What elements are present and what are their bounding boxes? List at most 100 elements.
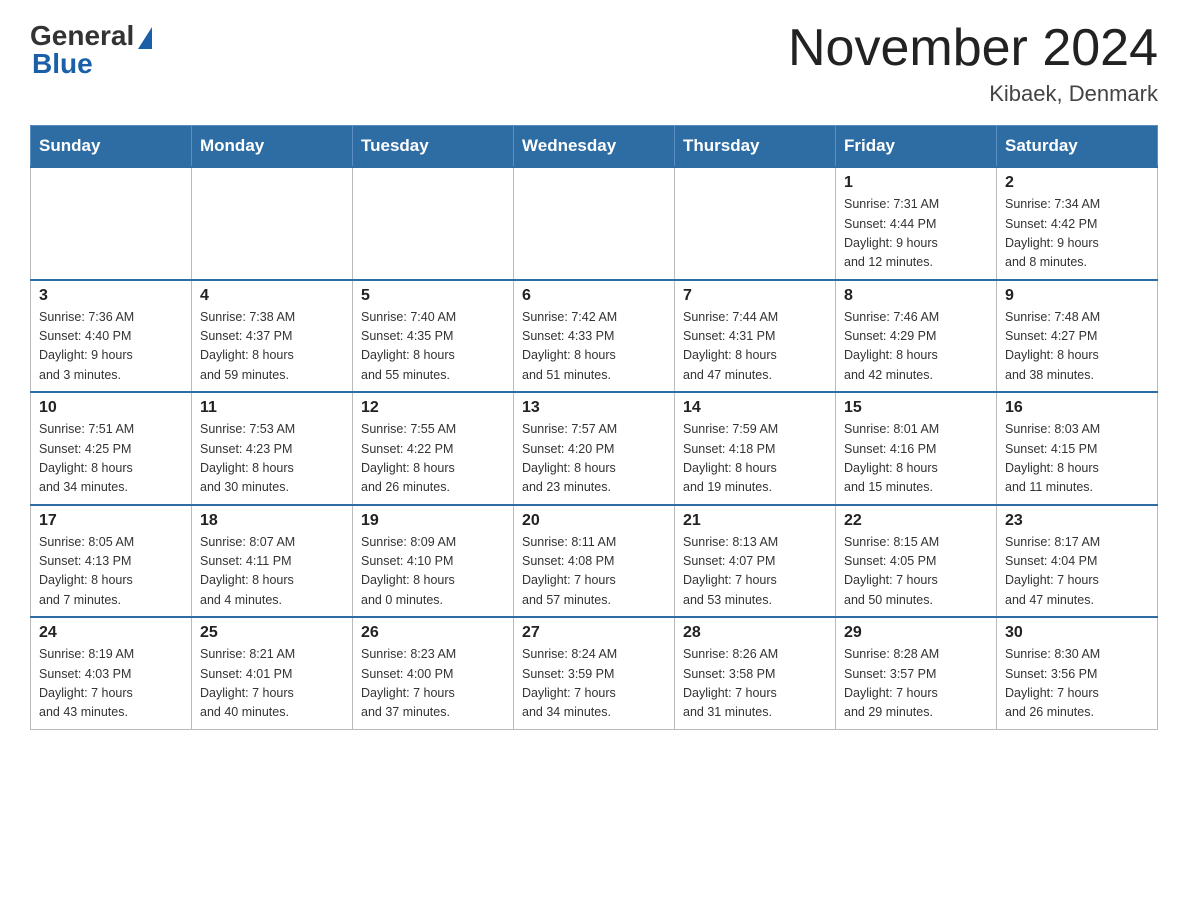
calendar-cell [675, 167, 836, 280]
day-info: Sunrise: 8:03 AM Sunset: 4:15 PM Dayligh… [1005, 420, 1149, 498]
day-number: 20 [522, 512, 666, 530]
day-number: 11 [200, 399, 344, 417]
week-row-1: 1 Sunrise: 7:31 AM Sunset: 4:44 PM Daylig… [31, 167, 1158, 280]
calendar-cell [353, 167, 514, 280]
day-number: 1 [844, 174, 988, 192]
day-number: 28 [683, 624, 827, 642]
week-row-4: 17Sunrise: 8:05 AM Sunset: 4:13 PM Dayli… [31, 505, 1158, 618]
calendar-cell: 5 Sunrise: 7:40 AM Sunset: 4:35 PM Daylig… [353, 280, 514, 393]
day-info: Sunrise: 7:57 AM Sunset: 4:20 PM Dayligh… [522, 420, 666, 498]
day-number: 3 [39, 287, 183, 305]
day-info: Sunrise: 7:44 AM Sunset: 4:31 PM Dayligh… [683, 308, 827, 386]
weekday-header-thursday: Thursday [675, 126, 836, 168]
weekday-header-wednesday: Wednesday [514, 126, 675, 168]
calendar-cell [31, 167, 192, 280]
day-info: Sunrise: 7:31 AM Sunset: 4:44 PM Dayligh… [844, 195, 988, 273]
calendar-cell: 19 Sunrise: 8:09 AM Sunset: 4:10 PM Dayli… [353, 505, 514, 618]
calendar-cell: 30 Sunrise: 8:30 AM Sunset: 3:56 PM Dayli… [997, 617, 1158, 729]
calendar-cell: 23Sunrise: 8:17 AM Sunset: 4:04 PM Dayli… [997, 505, 1158, 618]
day-info: Sunrise: 7:36 AM Sunset: 4:40 PM Dayligh… [39, 308, 183, 386]
weekday-header-row: SundayMondayTuesdayWednesdayThursdayFrid… [31, 126, 1158, 168]
calendar-cell [192, 167, 353, 280]
calendar-cell: 28 Sunrise: 8:26 AM Sunset: 3:58 PM Dayli… [675, 617, 836, 729]
day-info: Sunrise: 7:55 AM Sunset: 4:22 PM Dayligh… [361, 420, 505, 498]
logo-triangle-icon [138, 27, 152, 49]
week-row-2: 3 Sunrise: 7:36 AM Sunset: 4:40 PM Daylig… [31, 280, 1158, 393]
day-number: 2 [1005, 174, 1149, 192]
weekday-header-saturday: Saturday [997, 126, 1158, 168]
calendar-cell: 8Sunrise: 7:46 AM Sunset: 4:29 PM Daylig… [836, 280, 997, 393]
month-title: November 2024 [788, 20, 1158, 77]
calendar-cell: 16 Sunrise: 8:03 AM Sunset: 4:15 PM Dayli… [997, 392, 1158, 505]
day-number: 19 [361, 512, 505, 530]
day-number: 24 [39, 624, 183, 642]
calendar-cell: 29 Sunrise: 8:28 AM Sunset: 3:57 PM Dayli… [836, 617, 997, 729]
day-number: 16 [1005, 399, 1149, 417]
day-number: 12 [361, 399, 505, 417]
calendar-cell: 25 Sunrise: 8:21 AM Sunset: 4:01 PM Dayli… [192, 617, 353, 729]
day-number: 25 [200, 624, 344, 642]
day-info: Sunrise: 7:51 AM Sunset: 4:25 PM Dayligh… [39, 420, 183, 498]
calendar-cell: 27 Sunrise: 8:24 AM Sunset: 3:59 PM Dayli… [514, 617, 675, 729]
day-info: Sunrise: 8:28 AM Sunset: 3:57 PM Dayligh… [844, 645, 988, 723]
calendar-cell: 7 Sunrise: 7:44 AM Sunset: 4:31 PM Daylig… [675, 280, 836, 393]
day-info: Sunrise: 8:19 AM Sunset: 4:03 PM Dayligh… [39, 645, 183, 723]
day-info: Sunrise: 7:42 AM Sunset: 4:33 PM Dayligh… [522, 308, 666, 386]
calendar-cell: 12 Sunrise: 7:55 AM Sunset: 4:22 PM Dayli… [353, 392, 514, 505]
day-number: 5 [361, 287, 505, 305]
day-number: 13 [522, 399, 666, 417]
calendar-cell: 21 Sunrise: 8:13 AM Sunset: 4:07 PM Dayli… [675, 505, 836, 618]
calendar-cell: 26 Sunrise: 8:23 AM Sunset: 4:00 PM Dayli… [353, 617, 514, 729]
day-number: 27 [522, 624, 666, 642]
calendar-cell: 6 Sunrise: 7:42 AM Sunset: 4:33 PM Daylig… [514, 280, 675, 393]
day-info: Sunrise: 7:38 AM Sunset: 4:37 PM Dayligh… [200, 308, 344, 386]
day-number: 26 [361, 624, 505, 642]
day-info: Sunrise: 8:21 AM Sunset: 4:01 PM Dayligh… [200, 645, 344, 723]
day-number: 7 [683, 287, 827, 305]
calendar-cell: 10 Sunrise: 7:51 AM Sunset: 4:25 PM Dayli… [31, 392, 192, 505]
day-number: 6 [522, 287, 666, 305]
calendar-cell: 22 Sunrise: 8:15 AM Sunset: 4:05 PM Dayli… [836, 505, 997, 618]
day-info: Sunrise: 8:30 AM Sunset: 3:56 PM Dayligh… [1005, 645, 1149, 723]
title-area: November 2024 Kibaek, Denmark [788, 20, 1158, 107]
weekday-header-friday: Friday [836, 126, 997, 168]
calendar-cell [514, 167, 675, 280]
day-number: 29 [844, 624, 988, 642]
day-info: Sunrise: 7:46 AM Sunset: 4:29 PM Dayligh… [844, 308, 988, 386]
calendar-cell: 13 Sunrise: 7:57 AM Sunset: 4:20 PM Dayli… [514, 392, 675, 505]
day-number: 15 [844, 399, 988, 417]
calendar-cell: 9Sunrise: 7:48 AM Sunset: 4:27 PM Daylig… [997, 280, 1158, 393]
day-info: Sunrise: 8:17 AM Sunset: 4:04 PM Dayligh… [1005, 533, 1149, 611]
day-info: Sunrise: 8:11 AM Sunset: 4:08 PM Dayligh… [522, 533, 666, 611]
day-info: Sunrise: 7:40 AM Sunset: 4:35 PM Dayligh… [361, 308, 505, 386]
day-number: 22 [844, 512, 988, 530]
calendar-cell: 17Sunrise: 8:05 AM Sunset: 4:13 PM Dayli… [31, 505, 192, 618]
day-number: 9 [1005, 287, 1149, 305]
week-row-3: 10 Sunrise: 7:51 AM Sunset: 4:25 PM Dayli… [31, 392, 1158, 505]
day-info: Sunrise: 8:24 AM Sunset: 3:59 PM Dayligh… [522, 645, 666, 723]
calendar-cell: 20 Sunrise: 8:11 AM Sunset: 4:08 PM Dayli… [514, 505, 675, 618]
weekday-header-monday: Monday [192, 126, 353, 168]
calendar-cell: 24 Sunrise: 8:19 AM Sunset: 4:03 PM Dayli… [31, 617, 192, 729]
calendar-cell: 18 Sunrise: 8:07 AM Sunset: 4:11 PM Dayli… [192, 505, 353, 618]
calendar-cell: 1 Sunrise: 7:31 AM Sunset: 4:44 PM Daylig… [836, 167, 997, 280]
week-row-5: 24 Sunrise: 8:19 AM Sunset: 4:03 PM Dayli… [31, 617, 1158, 729]
day-info: Sunrise: 8:26 AM Sunset: 3:58 PM Dayligh… [683, 645, 827, 723]
calendar-table: SundayMondayTuesdayWednesdayThursdayFrid… [30, 125, 1158, 730]
day-info: Sunrise: 8:07 AM Sunset: 4:11 PM Dayligh… [200, 533, 344, 611]
day-number: 21 [683, 512, 827, 530]
logo-blue-text: Blue [30, 48, 93, 80]
day-number: 30 [1005, 624, 1149, 642]
day-info: Sunrise: 8:13 AM Sunset: 4:07 PM Dayligh… [683, 533, 827, 611]
day-info: Sunrise: 8:09 AM Sunset: 4:10 PM Dayligh… [361, 533, 505, 611]
day-info: Sunrise: 8:05 AM Sunset: 4:13 PM Dayligh… [39, 533, 183, 611]
calendar-cell: 4Sunrise: 7:38 AM Sunset: 4:37 PM Daylig… [192, 280, 353, 393]
day-number: 18 [200, 512, 344, 530]
weekday-header-sunday: Sunday [31, 126, 192, 168]
calendar-cell: 3 Sunrise: 7:36 AM Sunset: 4:40 PM Daylig… [31, 280, 192, 393]
day-number: 10 [39, 399, 183, 417]
logo: General Blue [30, 20, 152, 80]
day-info: Sunrise: 8:23 AM Sunset: 4:00 PM Dayligh… [361, 645, 505, 723]
day-info: Sunrise: 8:15 AM Sunset: 4:05 PM Dayligh… [844, 533, 988, 611]
day-info: Sunrise: 8:01 AM Sunset: 4:16 PM Dayligh… [844, 420, 988, 498]
